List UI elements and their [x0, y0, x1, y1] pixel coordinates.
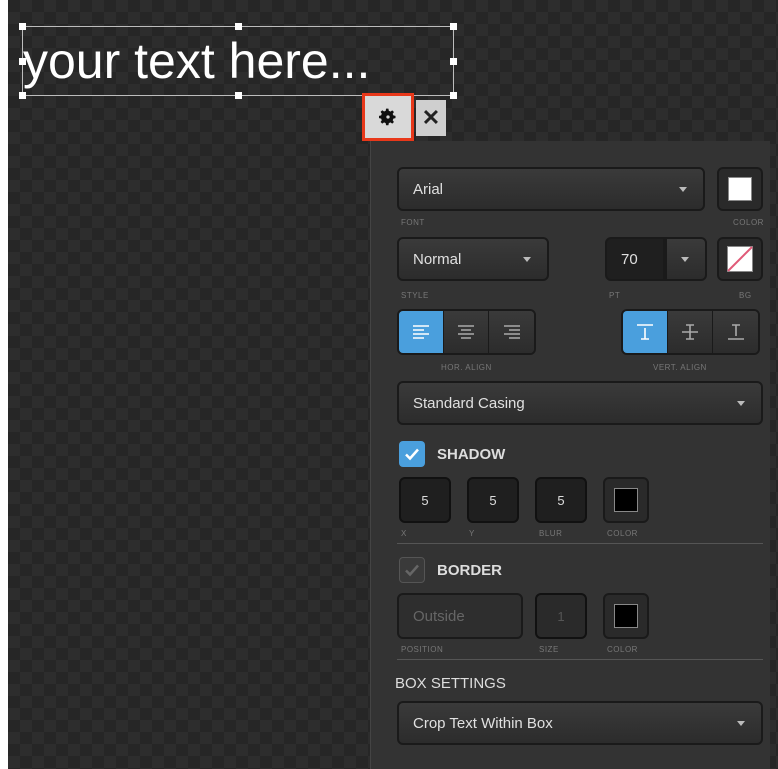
text-content[interactable]: your text here... [23, 31, 370, 91]
font-color-picker[interactable] [717, 167, 763, 211]
resize-handle-bottom-right[interactable] [450, 92, 457, 99]
chevron-down-icon [679, 187, 687, 192]
vert-align-label: VERT. ALIGN [653, 363, 707, 372]
text-box[interactable]: your text here... [19, 23, 457, 99]
casing-value: Standard Casing [413, 394, 525, 412]
shadow-color-swatch [614, 488, 638, 512]
font-size-label: PT [609, 291, 621, 300]
align-center-icon [458, 325, 474, 339]
chevron-down-icon [523, 257, 531, 262]
resize-handle-bottom-left[interactable] [19, 92, 26, 99]
resize-handle-top-left[interactable] [19, 23, 26, 30]
box-settings-value: Crop Text Within Box [413, 714, 553, 732]
align-top-icon [637, 324, 653, 340]
shadow-title: SHADOW [437, 446, 506, 463]
box-settings-title: BOX SETTINGS [395, 675, 506, 692]
divider [397, 543, 763, 544]
font-size-input[interactable]: 70 [605, 237, 665, 281]
resize-handle-bottom-middle[interactable] [235, 92, 242, 99]
shadow-color-label: COLOR [607, 529, 638, 538]
border-position-value: Outside [413, 607, 465, 625]
shadow-x-value: 5 [421, 492, 429, 508]
resize-handle-middle-left[interactable] [19, 58, 26, 65]
shadow-checkbox[interactable] [399, 441, 425, 467]
border-color-label: COLOR [607, 645, 638, 654]
style-dropdown[interactable]: Normal [397, 237, 549, 281]
border-size-value: 1 [557, 608, 565, 624]
border-checkbox[interactable] [399, 557, 425, 583]
border-position-label: POSITION [401, 645, 444, 654]
shadow-y-input[interactable]: 5 [467, 477, 519, 523]
shadow-color-picker[interactable] [603, 477, 649, 523]
align-right-button[interactable] [489, 311, 534, 353]
hor-align-label: HOR. ALIGN [441, 363, 492, 372]
align-top-button[interactable] [623, 311, 668, 353]
border-size-input[interactable]: 1 [535, 593, 587, 639]
align-left-icon [413, 325, 429, 339]
no-color-swatch-icon [727, 246, 753, 272]
settings-button[interactable] [362, 93, 414, 141]
border-size-label: SIZE [539, 645, 559, 654]
align-right-icon [503, 325, 520, 339]
chevron-down-icon [737, 401, 745, 406]
font-color-swatch [728, 177, 752, 201]
chevron-down-icon [737, 721, 745, 726]
border-position-dropdown[interactable]: Outside [397, 593, 523, 639]
bg-label: BG [739, 291, 752, 300]
resize-handle-top-middle[interactable] [235, 23, 242, 30]
resize-handle-middle-right[interactable] [450, 58, 457, 65]
checkmark-icon [405, 564, 419, 577]
shadow-blur-input[interactable]: 5 [535, 477, 587, 523]
font-label: FONT [401, 218, 425, 227]
shadow-blur-value: 5 [557, 492, 565, 508]
text-settings-panel: Arial FONT COLOR Normal STYLE 70 PT BG H… [370, 141, 770, 769]
border-color-picker[interactable] [603, 593, 649, 639]
font-size-value: 70 [621, 250, 638, 268]
align-middle-button[interactable] [668, 311, 713, 353]
shadow-y-label: Y [469, 529, 475, 538]
font-dropdown[interactable]: Arial [397, 167, 705, 211]
close-icon: ✕ [421, 105, 441, 130]
font-value: Arial [413, 180, 444, 198]
hor-align-group [397, 309, 536, 355]
resize-handle-top-right[interactable] [450, 23, 457, 30]
font-size-dropdown[interactable] [665, 237, 707, 281]
shadow-x-input[interactable]: 5 [399, 477, 451, 523]
shadow-x-label: X [401, 529, 407, 538]
shadow-blur-label: BLUR [539, 529, 563, 538]
bg-color-picker[interactable] [717, 237, 763, 281]
box-settings-dropdown[interactable]: Crop Text Within Box [397, 701, 763, 745]
border-color-swatch [614, 604, 638, 628]
style-value: Normal [413, 250, 462, 268]
font-color-label: COLOR [733, 218, 764, 227]
chevron-down-icon [681, 257, 689, 262]
align-left-button[interactable] [399, 311, 444, 353]
align-bottom-button[interactable] [713, 311, 758, 353]
align-bottom-icon [727, 324, 744, 340]
align-center-button[interactable] [444, 311, 489, 353]
close-button[interactable]: ✕ [416, 100, 446, 136]
gear-icon [379, 108, 396, 126]
casing-dropdown[interactable]: Standard Casing [397, 381, 763, 425]
checkmark-icon [405, 448, 419, 461]
shadow-y-value: 5 [489, 492, 497, 508]
align-middle-icon [682, 324, 698, 340]
vert-align-group [621, 309, 760, 355]
border-title: BORDER [437, 562, 503, 579]
style-label: STYLE [401, 291, 429, 300]
divider [397, 659, 763, 660]
